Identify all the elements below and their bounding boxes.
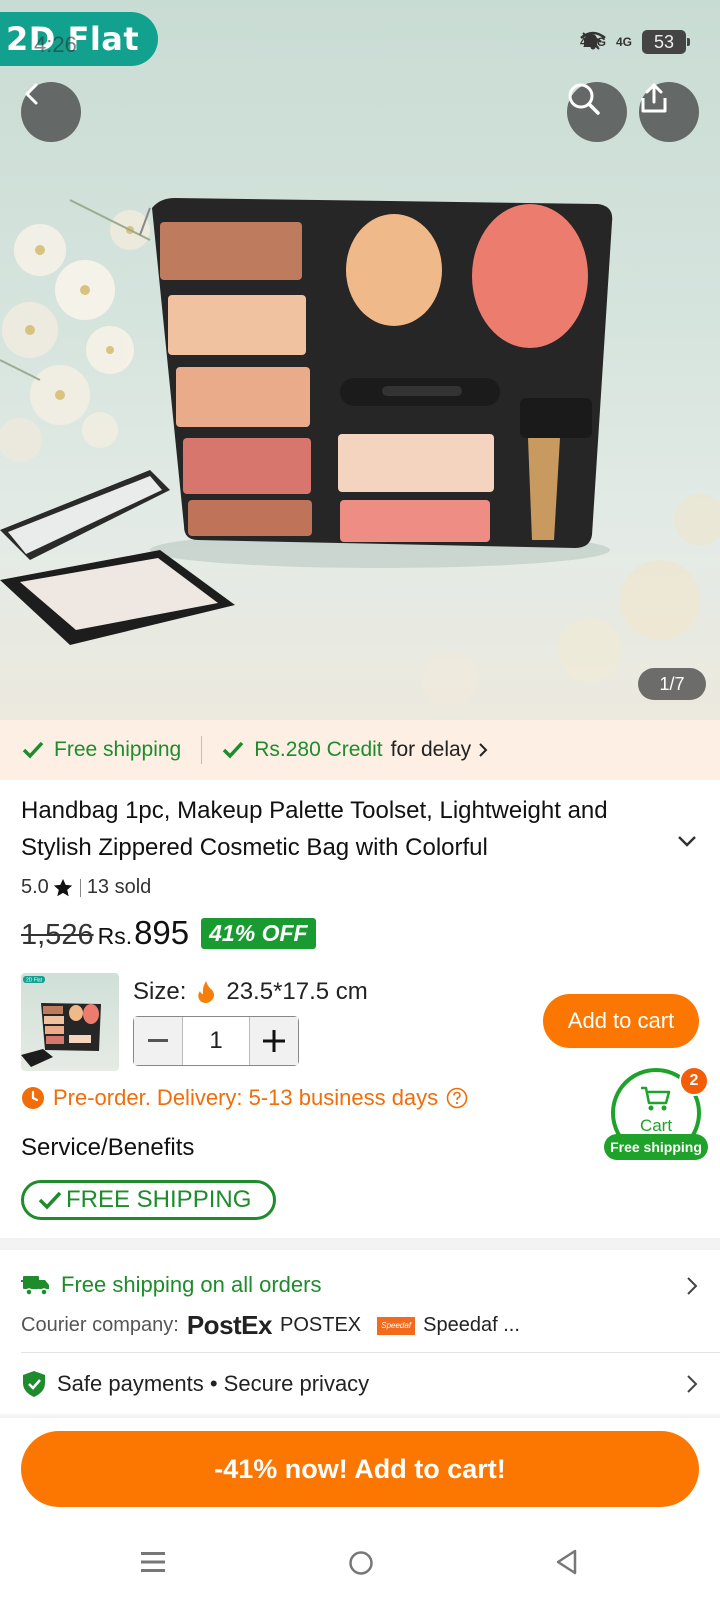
battery-icon: 53 <box>642 30 690 54</box>
search-button[interactable] <box>567 82 627 142</box>
size-label: Size: <box>133 978 187 1005</box>
menu-icon[interactable] <box>140 1550 166 1574</box>
courier-label: Courier company: <box>21 1314 179 1336</box>
check-icon <box>22 741 44 759</box>
network-4g-signal-icon: 4G <box>615 35 632 49</box>
credit-amount: Rs.280 Credit <box>254 738 383 761</box>
free-shipping-pill-label: FREE SHIPPING <box>66 1186 252 1213</box>
preorder-text: Pre-order. Delivery: 5-13 business days <box>53 1085 439 1110</box>
divider <box>21 1352 720 1353</box>
speedaf-logo: Speedaf <box>377 1316 416 1335</box>
free-shipping-label: Free shipping <box>54 738 182 761</box>
cart-count-badge: 2 <box>679 1066 709 1096</box>
system-nav-bar <box>0 1536 720 1596</box>
rating-value: 5.0 <box>21 876 49 898</box>
price-row: 1,526 Rs. 895 41% OFF <box>21 914 316 952</box>
safe-payments-row[interactable]: Safe payments • Secure privacy <box>21 1370 701 1398</box>
system-icons: 4.5G 4G 53 <box>580 30 690 54</box>
courier-row: Courier company: PostEx POSTEX Speedaf S… <box>21 1310 701 1341</box>
style-badge: 2D Flat <box>0 12 158 66</box>
share-button[interactable] <box>639 82 699 142</box>
benefits-bar[interactable]: Free shipping Rs.280 Credit for delay <box>0 720 720 780</box>
search-icon <box>568 83 600 115</box>
product-gallery[interactable]: 2D Flat 4:26 4.5G 4G 53 1/7 <box>0 0 720 720</box>
size-row[interactable]: Size: 23.5*17.5 cm <box>133 978 368 1006</box>
check-icon <box>223 741 244 759</box>
home-icon[interactable] <box>348 1550 374 1576</box>
chevron-right-icon[interactable] <box>686 1276 698 1296</box>
sold-count: 13 sold <box>86 876 152 898</box>
wifi-icon <box>580 31 606 50</box>
sale-price: 895 <box>134 914 190 951</box>
courier-postex: POSTEX <box>280 1314 362 1336</box>
size-value: 23.5*17.5 cm <box>226 978 368 1005</box>
clock-icon <box>22 1087 44 1109</box>
free-shipping-row-text: Free shipping on all orders <box>61 1272 322 1297</box>
currency: Rs. <box>97 923 133 949</box>
star-icon <box>53 878 72 896</box>
image-counter: 1/7 <box>638 668 706 700</box>
rating-row[interactable]: 5.0 13 sold <box>21 876 151 899</box>
original-price: 1,526 <box>21 919 94 951</box>
thumbnail-badge-text: 2D Flat <box>26 978 43 984</box>
cart-label: Cart <box>639 1116 673 1135</box>
preorder-info[interactable]: Pre-order. Delivery: 5-13 business days <box>21 1085 468 1111</box>
variant-thumbnail[interactable]: 2D Flat <box>21 973 119 1071</box>
truck-icon <box>21 1276 49 1296</box>
share-icon <box>641 83 667 113</box>
back-button[interactable] <box>21 82 81 142</box>
back-nav-icon[interactable] <box>554 1548 578 1576</box>
section-divider <box>0 1238 720 1250</box>
fire-icon <box>198 981 215 1003</box>
chevron-right-icon[interactable] <box>686 1374 698 1394</box>
service-benefits-heading: Service/Benefits <box>21 1134 195 1161</box>
add-to-cart-button[interactable]: Add to cart <box>543 994 699 1048</box>
credit-suffix: for delay <box>390 738 472 761</box>
divider <box>79 878 81 897</box>
check-icon <box>38 1191 62 1210</box>
postex-logo: PostEx <box>186 1310 273 1340</box>
add-to-cart-cta-button[interactable]: -41% now! Add to cart! <box>21 1431 699 1507</box>
cart-icon <box>641 1086 671 1111</box>
free-shipping-row[interactable]: Free shipping on all orders <box>21 1272 701 1298</box>
title-fade <box>500 830 660 866</box>
courier-speedaf: Speedaf ... <box>423 1314 520 1336</box>
help-icon[interactable] <box>446 1087 468 1109</box>
divider <box>201 736 203 764</box>
shield-check-icon <box>23 1371 45 1397</box>
chevron-down-icon[interactable] <box>676 834 698 848</box>
chevron-left-icon <box>25 83 38 105</box>
decrease-button[interactable] <box>134 1017 182 1065</box>
free-shipping-pill: FREE SHIPPING <box>21 1180 276 1220</box>
chevron-right-icon <box>479 743 488 757</box>
quantity-stepper[interactable]: 1 <box>133 1016 299 1066</box>
discount-badge: 41% OFF <box>201 918 316 949</box>
status-bar: 2D Flat 4:26 4.5G 4G 53 <box>0 0 720 92</box>
thumbnail-image: 2D Flat <box>21 976 101 1067</box>
plus-icon <box>263 1030 285 1052</box>
minus-icon <box>148 1039 168 1042</box>
status-time: 4:26 <box>34 32 77 57</box>
quantity-value[interactable]: 1 <box>182 1017 250 1065</box>
cart-free-shipping-tag: Free shipping <box>604 1134 708 1160</box>
safe-payments-text: Safe payments • Secure privacy <box>57 1371 370 1396</box>
increase-button[interactable] <box>250 1017 298 1065</box>
